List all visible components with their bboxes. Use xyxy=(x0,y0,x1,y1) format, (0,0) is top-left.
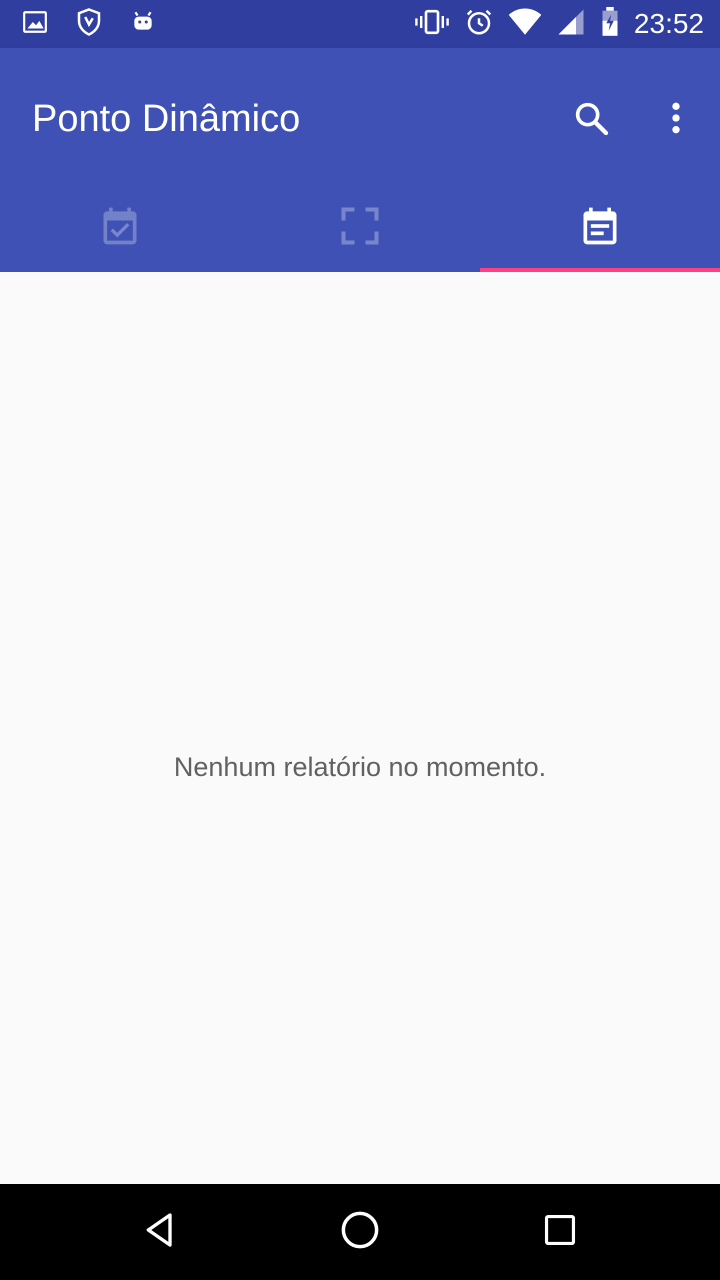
wifi-icon xyxy=(508,7,542,42)
app-bar: Ponto Dinâmico xyxy=(0,48,720,272)
reports-content: Nenhum relatório no momento. xyxy=(0,272,720,1184)
search-button[interactable] xyxy=(567,96,615,144)
overflow-menu-button[interactable] xyxy=(652,96,700,144)
system-nav-bar xyxy=(0,1184,720,1280)
back-icon xyxy=(140,1210,180,1255)
search-icon xyxy=(571,98,611,143)
empty-state-message: Nenhum relatório no momento. xyxy=(173,752,547,782)
battery-charging-icon xyxy=(600,6,620,42)
shield-notification-icon xyxy=(74,7,104,42)
status-left-icons xyxy=(22,7,156,42)
back-button[interactable] xyxy=(136,1208,184,1256)
tab-bar xyxy=(0,184,720,272)
status-right-icons: 23:52 xyxy=(414,6,704,42)
android-icon xyxy=(130,9,156,40)
scan-frame-icon xyxy=(338,204,382,253)
recents-icon xyxy=(541,1211,579,1254)
home-icon xyxy=(339,1209,381,1256)
image-icon xyxy=(22,9,48,40)
calendar-check-icon xyxy=(98,204,142,253)
more-vert-icon xyxy=(656,98,696,143)
calendar-report-icon xyxy=(578,204,622,253)
status-clock: 23:52 xyxy=(633,8,704,39)
vibrate-icon xyxy=(414,7,450,42)
home-button[interactable] xyxy=(336,1208,384,1256)
status-bar: 23:52 xyxy=(0,0,720,48)
signal-icon xyxy=(556,7,586,42)
tab-reports[interactable] xyxy=(480,184,720,272)
alarm-icon xyxy=(464,7,494,42)
recents-button[interactable] xyxy=(536,1208,584,1256)
app-title: Ponto Dinâmico xyxy=(32,98,301,140)
tab-attendance[interactable] xyxy=(0,184,240,272)
tab-scanner[interactable] xyxy=(240,184,480,272)
